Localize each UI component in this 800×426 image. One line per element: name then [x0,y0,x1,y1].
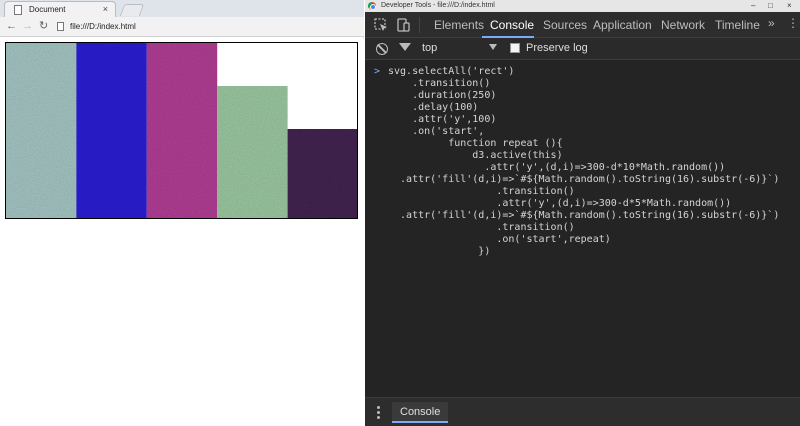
code-line: .attr('y',(d,i)=>300-d*10*Math.random()) [388,162,726,173]
code-line: .transition() [388,222,575,233]
tab-title: Document [29,5,66,14]
divider [419,17,420,33]
bar-1 [6,43,77,219]
browser-tab[interactable]: Document × [4,1,116,17]
tab-network[interactable]: Network [661,18,705,32]
back-arrow-icon[interactable]: ← [6,19,17,33]
chrome-icon [368,2,376,10]
console-prompt-icon: > [374,66,381,77]
inspect-element-icon[interactable] [374,18,388,32]
tab-application[interactable]: Application [593,18,652,32]
devtools-window-title: Developer Tools - file:///D:/index.html [381,2,495,9]
dropdown-arrow-icon[interactable] [489,44,497,50]
bar-3 [146,43,218,219]
more-tabs-icon[interactable]: » [768,16,775,30]
new-tab-button[interactable] [119,4,145,16]
code-line: }) [388,246,491,257]
device-toolbar-icon[interactable] [396,18,410,32]
console-output[interactable]: > svg.selectAll('rect') .transition() .d… [365,60,800,396]
forward-arrow-icon[interactable]: → [22,19,33,33]
drawer-tab-console[interactable]: Console [392,402,449,423]
page-icon [57,22,64,31]
bar-2 [76,43,147,219]
devtools-drawer: Console [365,397,800,426]
tab-console[interactable]: Console [490,18,534,32]
bar-4 [217,86,288,219]
context-select[interactable]: top [422,42,437,55]
code-line: .transition() [388,78,491,89]
filter-icon[interactable] [399,43,411,51]
devtools-titlebar: Developer Tools - file:///D:/index.html … [365,0,800,12]
bars-group [6,43,358,219]
code-line: svg.selectAll('rect') [388,66,515,77]
code-line: .attr('fill'(d,i)=>`#${Math.random().toS… [388,174,780,185]
tab-elements[interactable]: Elements [434,18,484,32]
devtools-tab-bar: Elements Console Sources Application Net… [365,12,800,38]
address-bar[interactable]: file:///D:/index.html [70,21,136,32]
browser-toolbar: ← → ↻ file:///D:/index.html [0,17,364,37]
clear-console-icon[interactable] [376,43,388,55]
code-line: .attr('y',(d,i)=>300-d*5*Math.random()) [388,198,732,209]
page-viewport [0,38,364,426]
preserve-log-checkbox[interactable] [510,43,520,53]
code-line: .on('start',repeat) [388,234,611,245]
tab-timeline[interactable]: Timeline [715,18,760,32]
maximize-icon[interactable]: □ [768,0,773,11]
minimize-icon[interactable]: – [751,0,755,11]
bar-chart [5,42,358,219]
devtools-menu-icon[interactable]: ⋮ [787,16,799,30]
tab-close-icon[interactable]: × [103,3,108,15]
browser-window: Document × ← → ↻ file:///D:/index.html [0,0,364,426]
document-icon [14,5,22,15]
devtools-window: Developer Tools - file:///D:/index.html … [365,0,800,426]
code-line: function repeat (){ [388,138,563,149]
tab-strip: Document × [0,0,364,17]
console-toolbar: top Preserve log [365,38,800,60]
code-line: d3.active(this) [388,150,563,161]
preserve-log-label: Preserve log [526,42,588,54]
bar-5 [287,129,358,219]
code-line: .delay(100) [388,102,479,113]
drawer-menu-icon[interactable] [377,406,380,419]
tab-sources[interactable]: Sources [543,18,587,32]
code-line: .attr('fill'(d,i)=>`#${Math.random().toS… [388,210,780,221]
code-line: .transition() [388,186,575,197]
code-line: .duration(250) [388,90,497,101]
reload-icon[interactable]: ↻ [39,19,48,33]
close-window-icon[interactable]: × [787,0,792,11]
code-line: .on('start', [388,126,485,137]
code-line: .attr('y',100) [388,114,497,125]
